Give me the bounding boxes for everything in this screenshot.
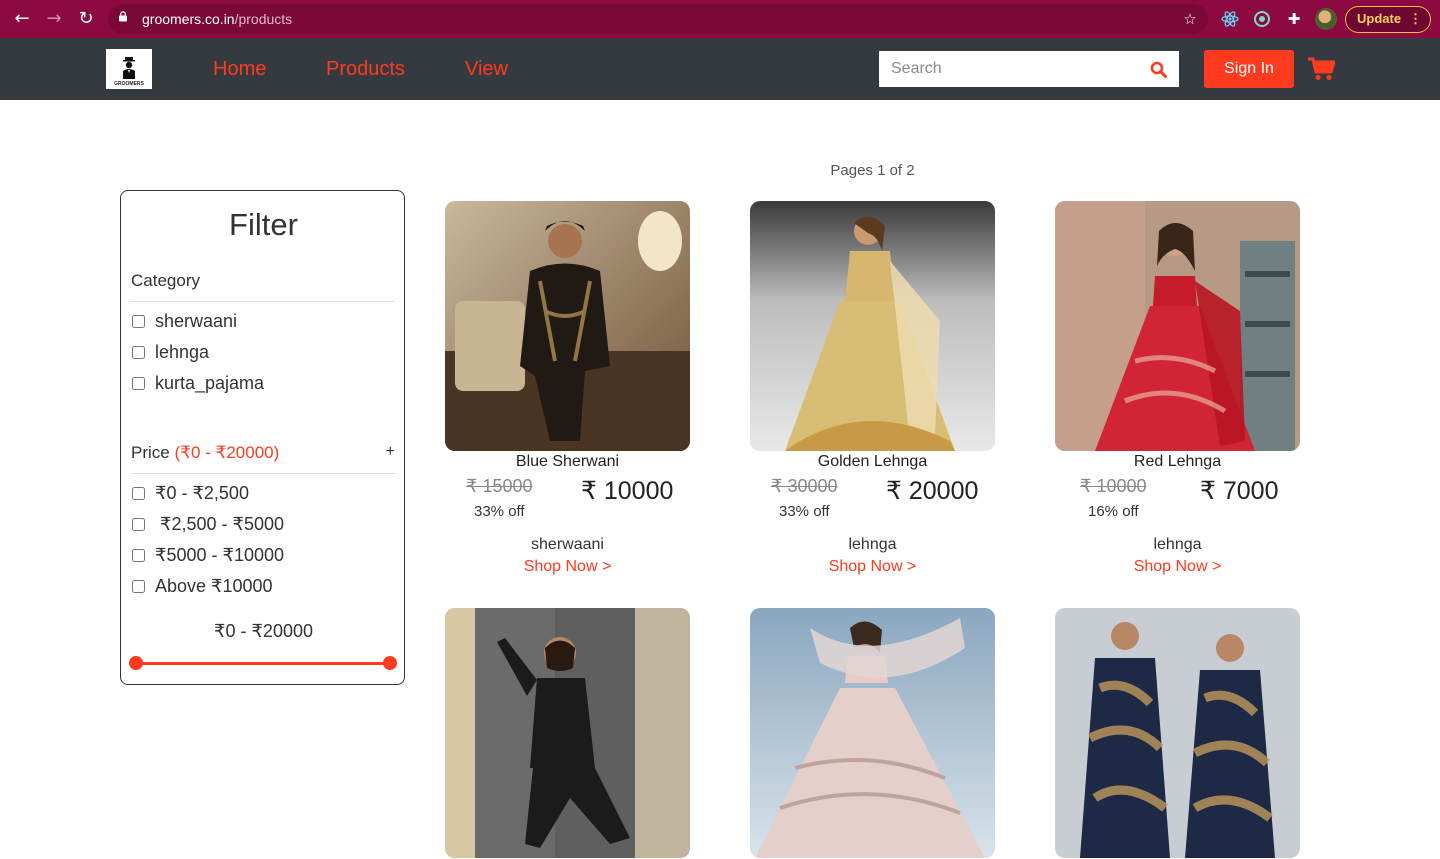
checkbox[interactable] xyxy=(132,376,145,390)
checkbox[interactable] xyxy=(132,486,145,500)
checkbox[interactable] xyxy=(132,345,145,359)
sign-in-button[interactable]: Sign In xyxy=(1204,50,1294,88)
nav-link-view[interactable]: View xyxy=(465,58,508,81)
address-url[interactable]: groomers.co.in/products xyxy=(142,11,292,27)
product-image[interactable] xyxy=(1055,608,1300,858)
nav-link-home[interactable]: Home xyxy=(213,58,266,81)
category-section: Category xyxy=(131,271,395,302)
price-expand-toggle[interactable]: + xyxy=(386,443,395,461)
price-option-above-10000[interactable]: Above ₹10000 xyxy=(132,574,273,598)
product-category: lehnga xyxy=(848,536,897,553)
extensions-puzzle-icon[interactable]: ✚ xyxy=(1285,10,1303,28)
site-navbar: GROOMERS Home Products View Sign In xyxy=(0,38,1440,100)
product-name: Red Lehnga xyxy=(1133,453,1222,470)
original-price: ₹ 15000 xyxy=(466,476,533,496)
price-option-0-2500[interactable]: ₹0 - ₹2,500 xyxy=(132,481,249,505)
product-category: lehnga xyxy=(1153,536,1202,553)
product-name: Golden Lehnga xyxy=(817,453,928,470)
category-option-sherwaani[interactable]: sherwaani xyxy=(132,309,237,333)
react-devtools-icon[interactable] xyxy=(1221,10,1239,28)
discount-label: 33% off xyxy=(474,503,525,520)
bookmark-star-icon[interactable]: ☆ xyxy=(1181,10,1199,28)
shop-now-link[interactable]: Shop Now > xyxy=(1055,558,1300,576)
update-button[interactable]: Update ⋮ xyxy=(1345,6,1431,33)
reload-icon[interactable]: ↻ xyxy=(76,9,96,29)
checkbox[interactable] xyxy=(132,314,145,328)
price-slider-value: ₹0 - ₹20000 xyxy=(214,621,313,641)
groom-silhouette-icon xyxy=(123,57,135,79)
price-slider-max-handle[interactable] xyxy=(383,656,397,670)
discount-label: 16% off xyxy=(1088,503,1139,520)
lock-icon xyxy=(119,11,127,22)
search-box xyxy=(879,51,1179,87)
product-image[interactable] xyxy=(750,608,995,858)
checkbox[interactable] xyxy=(132,548,145,562)
product-name: Blue Sherwani xyxy=(515,453,620,470)
product-image[interactable] xyxy=(750,201,995,451)
price-slider-track[interactable] xyxy=(136,662,390,665)
divider xyxy=(131,473,395,474)
category-option-lehnga[interactable]: lehnga xyxy=(132,340,209,364)
price-range-label: (₹0 - ₹20000) xyxy=(174,443,280,462)
price-section: Price (₹0 - ₹20000) + xyxy=(131,443,395,474)
product-category: sherwaani xyxy=(531,536,604,553)
sale-price: ₹ 20000 xyxy=(886,477,979,505)
price-option-2500-5000[interactable]: ₹2,500 - ₹5000 xyxy=(132,512,284,536)
search-input[interactable] xyxy=(879,51,1144,87)
filter-title: Filter xyxy=(229,207,298,242)
product-image[interactable] xyxy=(445,201,690,451)
search-icon[interactable] xyxy=(1150,61,1167,78)
groomers-logo[interactable]: GROOMERS xyxy=(106,49,152,89)
sale-price: ₹ 10000 xyxy=(581,477,674,505)
original-price: ₹ 30000 xyxy=(771,476,838,496)
discount-label: 33% off xyxy=(779,503,830,520)
nav-link-products[interactable]: Products xyxy=(326,58,405,81)
more-menu-icon[interactable]: ⋮ xyxy=(1409,7,1422,31)
category-option-kurta-pajama[interactable]: kurta_pajama xyxy=(132,371,264,395)
category-heading: Category xyxy=(131,271,200,290)
sale-price: ₹ 7000 xyxy=(1200,477,1279,505)
forward-arrow-icon[interactable]: → xyxy=(44,9,64,29)
checkbox[interactable] xyxy=(132,517,145,531)
filter-panel: Filter Category sherwaani lehnga kurta_p… xyxy=(120,190,405,685)
pagination-info: Pages 1 of 2 xyxy=(830,162,915,179)
browser-toolbar: ← → ↻ groomers.co.in/products ☆ ✚ Update… xyxy=(0,0,1440,38)
extension-circle-icon[interactable] xyxy=(1253,10,1271,28)
shop-now-link[interactable]: Shop Now > xyxy=(445,558,690,576)
shop-now-link[interactable]: Shop Now > xyxy=(750,558,995,576)
divider xyxy=(131,301,395,302)
price-slider-min-handle[interactable] xyxy=(129,656,143,670)
logo-text: GROOMERS xyxy=(114,81,144,87)
shopping-cart-icon[interactable] xyxy=(1308,57,1335,81)
price-heading: Price xyxy=(131,443,170,462)
original-price: ₹ 10000 xyxy=(1080,476,1147,496)
back-arrow-icon[interactable]: ← xyxy=(12,9,32,29)
checkbox[interactable] xyxy=(132,579,145,593)
price-option-5000-10000[interactable]: ₹5000 - ₹10000 xyxy=(132,543,284,567)
product-image[interactable] xyxy=(445,608,690,858)
profile-avatar[interactable] xyxy=(1315,8,1337,30)
product-image[interactable] xyxy=(1055,201,1300,451)
